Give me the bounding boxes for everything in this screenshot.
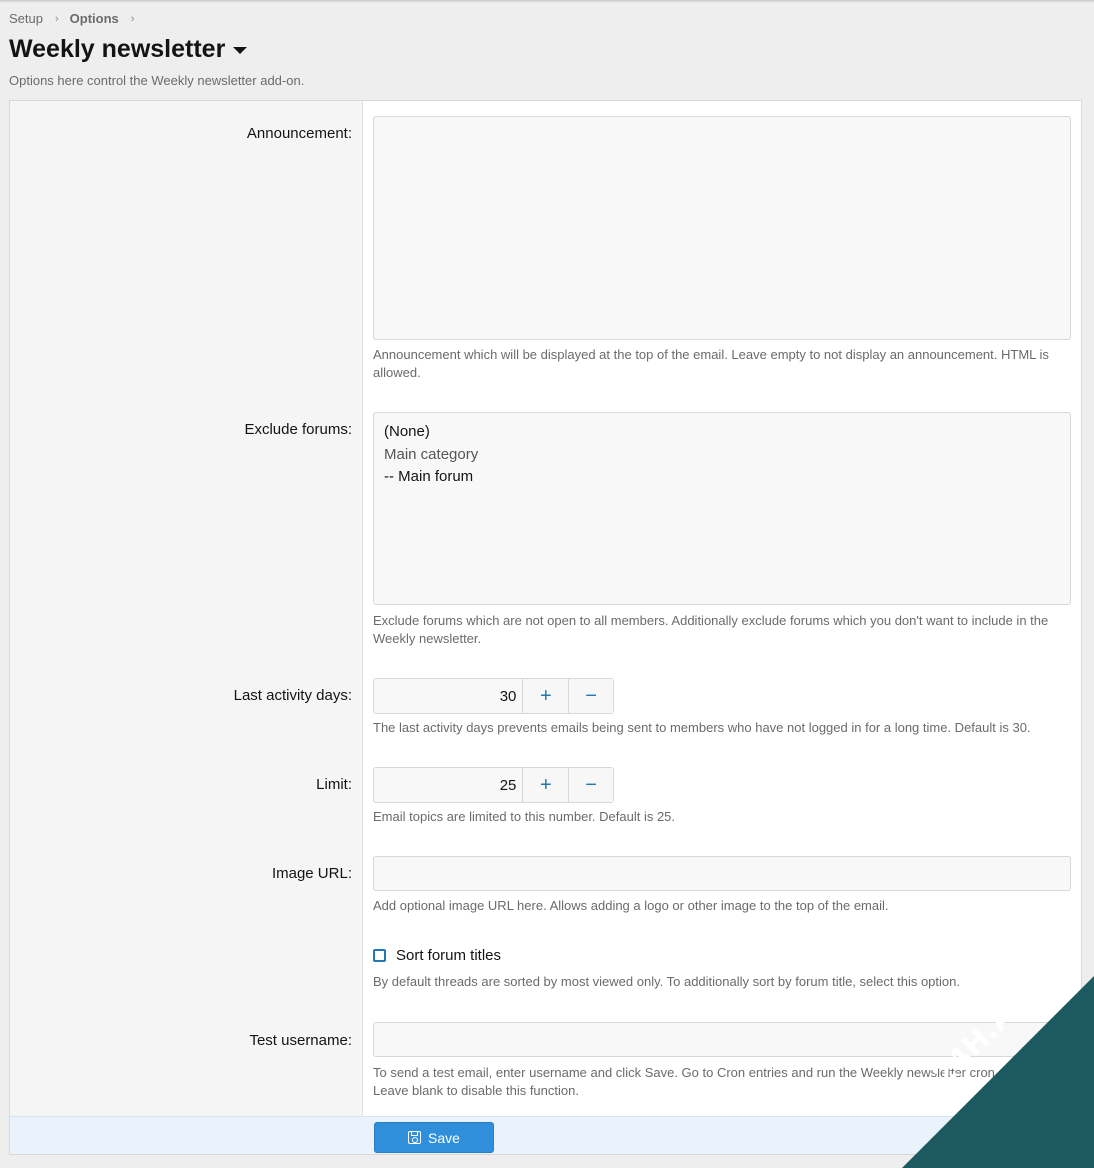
breadcrumb-setup[interactable]: Setup bbox=[9, 11, 43, 26]
breadcrumb-options[interactable]: Options bbox=[70, 11, 119, 26]
limit-hint: Email topics are limited to this number.… bbox=[373, 809, 676, 824]
exclude-forums-hint: Exclude forums which are not open to all… bbox=[373, 613, 1049, 646]
sort-forum-titles-checkbox[interactable] bbox=[373, 949, 386, 962]
image-url-label: Image URL: bbox=[271, 865, 352, 882]
forum-option-none[interactable]: (None) bbox=[384, 421, 1060, 444]
exclude-forums-select[interactable]: (None) Main category -- Main forum bbox=[373, 412, 1071, 605]
announcement-textarea[interactable] bbox=[373, 116, 1071, 340]
image-url-hint: Add optional image URL here. Allows addi… bbox=[373, 898, 889, 913]
chevron-right-icon: › bbox=[54, 12, 59, 25]
limit-stepper: 25 + − bbox=[373, 767, 614, 803]
last-activity-days-input[interactable]: 30 bbox=[374, 679, 524, 713]
forum-option-main-category: Main category bbox=[384, 445, 479, 463]
increment-button[interactable]: + bbox=[523, 679, 569, 713]
announcement-hint: Announcement which will be displayed at … bbox=[373, 347, 1049, 380]
save-button[interactable]: Save bbox=[374, 1122, 494, 1153]
page-description: Options here control the Weekly newslett… bbox=[9, 73, 305, 88]
exclude-forums-label: Exclude forums: bbox=[244, 421, 352, 438]
caret-down-icon[interactable] bbox=[233, 47, 248, 54]
page-title[interactable]: Weekly newsletter bbox=[9, 35, 248, 64]
test-username-label: Test username: bbox=[249, 1032, 352, 1049]
limit-input[interactable]: 25 bbox=[374, 768, 524, 802]
label-column bbox=[10, 101, 363, 1116]
last-activity-days-stepper: 30 + − bbox=[373, 678, 614, 714]
page-title-text: Weekly newsletter bbox=[9, 35, 226, 63]
last-activity-days-hint: The last activity days prevents emails b… bbox=[373, 720, 1031, 735]
limit-label: Limit: bbox=[316, 776, 352, 793]
top-shadow bbox=[0, 0, 1094, 3]
forum-option-main-forum[interactable]: -- Main forum bbox=[384, 466, 1060, 489]
announcement-label: Announcement: bbox=[246, 125, 352, 142]
breadcrumb: Setup › Options › bbox=[9, 11, 145, 26]
chevron-right-icon: › bbox=[130, 12, 135, 25]
watermark: 24H.AEtot.Net bbox=[900, 970, 1094, 1168]
image-url-input[interactable] bbox=[373, 856, 1071, 891]
floppy-disk-icon bbox=[408, 1131, 422, 1144]
decrement-button[interactable]: − bbox=[568, 768, 614, 802]
increment-button[interactable]: + bbox=[523, 768, 569, 802]
decrement-button[interactable]: − bbox=[568, 679, 614, 713]
last-activity-days-label: Last activity days: bbox=[233, 687, 352, 704]
save-button-label: Save bbox=[428, 1129, 460, 1146]
sort-forum-titles-option[interactable]: Sort forum titles bbox=[373, 947, 501, 964]
sort-forum-titles-label[interactable]: Sort forum titles bbox=[396, 947, 501, 964]
